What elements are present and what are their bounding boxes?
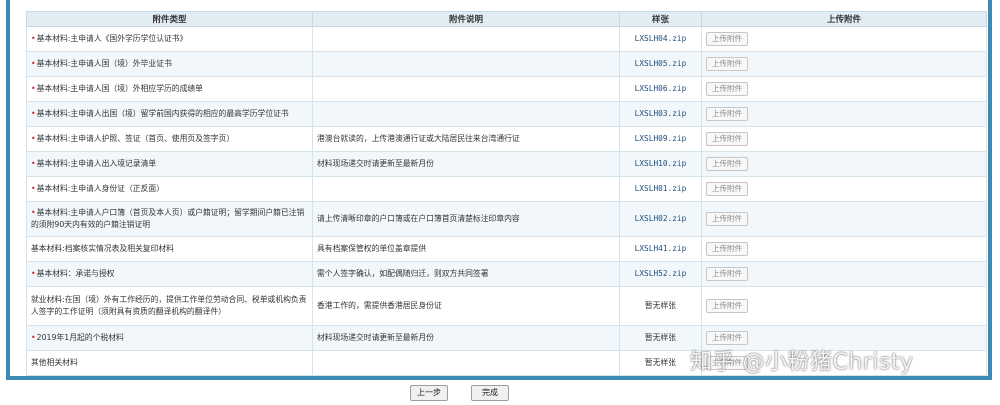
attachment-type-cell: •基本材料:主申请人身份证（正反面） [26,176,313,202]
required-marker: • [31,184,36,193]
upload-button[interactable]: 上传附件 [706,242,748,256]
sample-link[interactable]: LXSLH41.zip [619,236,702,262]
upload-button[interactable]: 上传附件 [706,331,748,345]
table-row: 就业材料:在国（境）外有工作经历的，提供工作单位劳动合同、税单或机构负责人签字的… [26,286,987,326]
required-marker: • [31,333,36,342]
upload-cell: 上传附件 [701,51,987,77]
upload-button[interactable]: 上传附件 [706,267,748,281]
upload-cell: 上传附件 [701,261,987,287]
table-row: •基本材料:主申请人护照、签证（首页、使用页及签字页） 港澳台就读的，上传港澳通… [26,126,987,152]
sample-link[interactable]: LXSLH09.zip [619,126,702,152]
required-marker: • [31,134,36,143]
upload-cell: 上传附件 [701,101,987,127]
attachment-type-cell: 就业材料:在国（境）外有工作经历的，提供工作单位劳动合同、税单或机构负责人签字的… [26,286,313,326]
required-marker: • [31,84,36,93]
table-row: •基本材料:主申请人出国（境）留学前国内获得的相应的最高学历学位证书 LXSLH… [26,101,987,127]
upload-button[interactable]: 上传附件 [706,157,748,171]
header-attachment-description: 附件说明 [312,11,620,27]
upload-cell: 上传附件 [701,26,987,52]
required-marker: • [31,269,36,278]
attachment-description-cell [312,101,620,127]
attachment-description-cell: 材料现场递交时请更新至最新月份 [312,151,620,177]
upload-cell: 上传附件 [701,76,987,102]
table-row: •基本材料:主申请人身份证（正反面） LXSLH01.zip 上传附件 [26,176,987,202]
required-marker: • [31,109,36,118]
attachment-description-cell [312,176,620,202]
done-button[interactable]: 完成 [471,385,509,401]
attachment-description-cell: 请上传清晰印章的户口簿或在户口簿首页清楚标注印章内容 [312,201,620,237]
attachment-type-cell: •基本材料:主申请人国（境）外毕业证书 [26,51,313,77]
sample-link[interactable]: LXSLH05.zip [619,51,702,77]
upload-button[interactable]: 上传附件 [706,182,748,196]
attachment-type-cell: •2019年1月起的个税材料 [26,325,313,351]
attachment-description-cell: 需个人签字确认，如配偶随归迁，则双方共同签署 [312,261,620,287]
attachment-description-cell: 港澳台就读的，上传港澳通行证或大陆居民往来台湾通行证 [312,126,620,152]
required-marker: • [31,208,36,217]
upload-cell: 上传附件 [701,201,987,237]
table-row: •基本材料:主申请人户口簿（首页及本人页）或户籍证明；留学期间户籍已注销的须附9… [26,201,987,237]
table-row: •基本材料:主申请人出入境记录清单 材料现场递交时请更新至最新月份 LXSLH1… [26,151,987,177]
upload-button[interactable]: 上传附件 [706,212,748,226]
attachment-type-cell: •基本材料:主申请人出入境记录清单 [26,151,313,177]
attachment-type-cell: •基本材料:主申请人户口簿（首页及本人页）或户籍证明；留学期间户籍已注销的须附9… [26,201,313,237]
upload-button[interactable]: 上传附件 [706,57,748,71]
sample-link[interactable]: LXSLH03.zip [619,101,702,127]
attachment-description-cell [312,26,620,52]
required-marker: • [31,34,36,43]
attachment-description-cell: 具有档案保管权的单位盖章提供 [312,236,620,262]
attachment-description-cell: 香港工作的，需提供香港居民身份证 [312,286,620,326]
table-row: •基本材料:主申请人国（境）外相应学历的成绩单 LXSLH06.zip 上传附件 [26,76,987,102]
attachment-table: 附件类型 附件说明 样张 上传附件 •基本材料:主申请人《国外学历学位认证书》 … [26,11,987,376]
upload-cell: 上传附件 [701,236,987,262]
table-row: •基本材料:主申请人国（境）外毕业证书 LXSLH05.zip 上传附件 [26,51,987,77]
sample-none-text: 暂无样张 [619,286,702,326]
attachment-description-cell [312,350,620,376]
header-attachment-type: 附件类型 [26,11,313,27]
attachment-description-cell: 材料现场递交时请更新至最新月份 [312,325,620,351]
attachment-type-cell: •基本材料:主申请人出国（境）留学前国内获得的相应的最高学历学位证书 [26,101,313,127]
attachment-description-cell [312,51,620,77]
upload-button[interactable]: 上传附件 [706,32,748,46]
attachment-type-cell: 其他相关材料 [26,350,313,376]
attachment-type-cell: 基本材料:档案核实情况表及相关复印材料 [26,236,313,262]
table-row: •基本材料:主申请人《国外学历学位认证书》 LXSLH04.zip 上传附件 [26,26,987,52]
upload-cell: 上传附件 [701,126,987,152]
sample-link[interactable]: LXSLH02.zip [619,201,702,237]
upload-button[interactable]: 上传附件 [706,132,748,146]
table-header-row: 附件类型 附件说明 样张 上传附件 [26,11,987,27]
upload-cell: 上传附件 [701,176,987,202]
attachment-type-cell: •基本材料:主申请人《国外学历学位认证书》 [26,26,313,52]
zhihu-watermark: 知乎 @小粉猪Christy [690,350,914,375]
table-row: •基本材料：承诺与授权 需个人签字确认，如配偶随归迁，则双方共同签署 LXSLH… [26,261,987,287]
sample-link[interactable]: LXSLH10.zip [619,151,702,177]
sample-link[interactable]: LXSLH06.zip [619,76,702,102]
sample-link[interactable]: LXSLH52.zip [619,261,702,287]
upload-cell: 上传附件 [701,151,987,177]
table-row: 基本材料:档案核实情况表及相关复印材料 具有档案保管权的单位盖章提供 LXSLH… [26,236,987,262]
sample-link[interactable]: LXSLH01.zip [619,176,702,202]
header-sample: 样张 [619,11,702,27]
upload-cell: 上传附件 [701,286,987,326]
form-frame: 附件类型 附件说明 样张 上传附件 •基本材料:主申请人《国外学历学位认证书》 … [6,0,992,380]
attachment-type-cell: •基本材料:主申请人护照、签证（首页、使用页及签字页） [26,126,313,152]
upload-button[interactable]: 上传附件 [706,82,748,96]
attachment-type-cell: •基本材料:主申请人国（境）外相应学历的成绩单 [26,76,313,102]
sample-link[interactable]: LXSLH04.zip [619,26,702,52]
upload-button[interactable]: 上传附件 [706,299,748,313]
required-marker: • [31,59,36,68]
prev-step-button[interactable]: 上一步 [410,385,448,401]
header-upload: 上传附件 [701,11,987,27]
attachment-description-cell [312,76,620,102]
required-marker: • [31,159,36,168]
attachment-type-cell: •基本材料：承诺与授权 [26,261,313,287]
upload-button[interactable]: 上传附件 [706,107,748,121]
